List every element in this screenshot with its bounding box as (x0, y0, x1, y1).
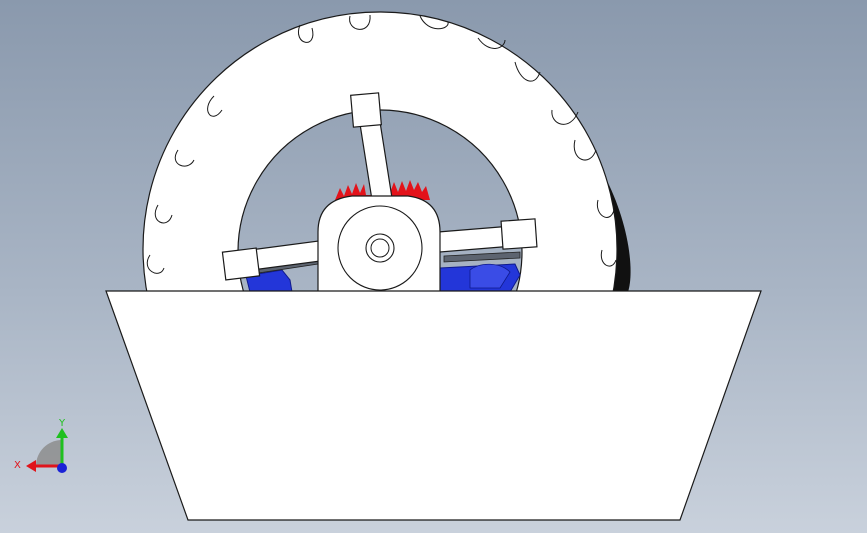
spoke-top-cap (350, 92, 382, 128)
coordinate-triad-icon: Y X (14, 418, 68, 473)
triad-y-label: Y (58, 418, 66, 429)
triad-plane-indicator (36, 440, 62, 466)
spoke-left (249, 239, 329, 271)
axle-rod-right (443, 251, 521, 263)
model-scene[interactable]: Y X (0, 0, 867, 533)
spoke-top (359, 121, 393, 201)
cad-3d-viewport[interactable]: Y X (0, 0, 867, 533)
hub-bore (370, 238, 390, 258)
base-body[interactable] (105, 290, 762, 521)
spoke-left-cap (221, 247, 261, 281)
triad-x-label: X (14, 460, 21, 471)
spoke-right-cap (500, 218, 538, 250)
